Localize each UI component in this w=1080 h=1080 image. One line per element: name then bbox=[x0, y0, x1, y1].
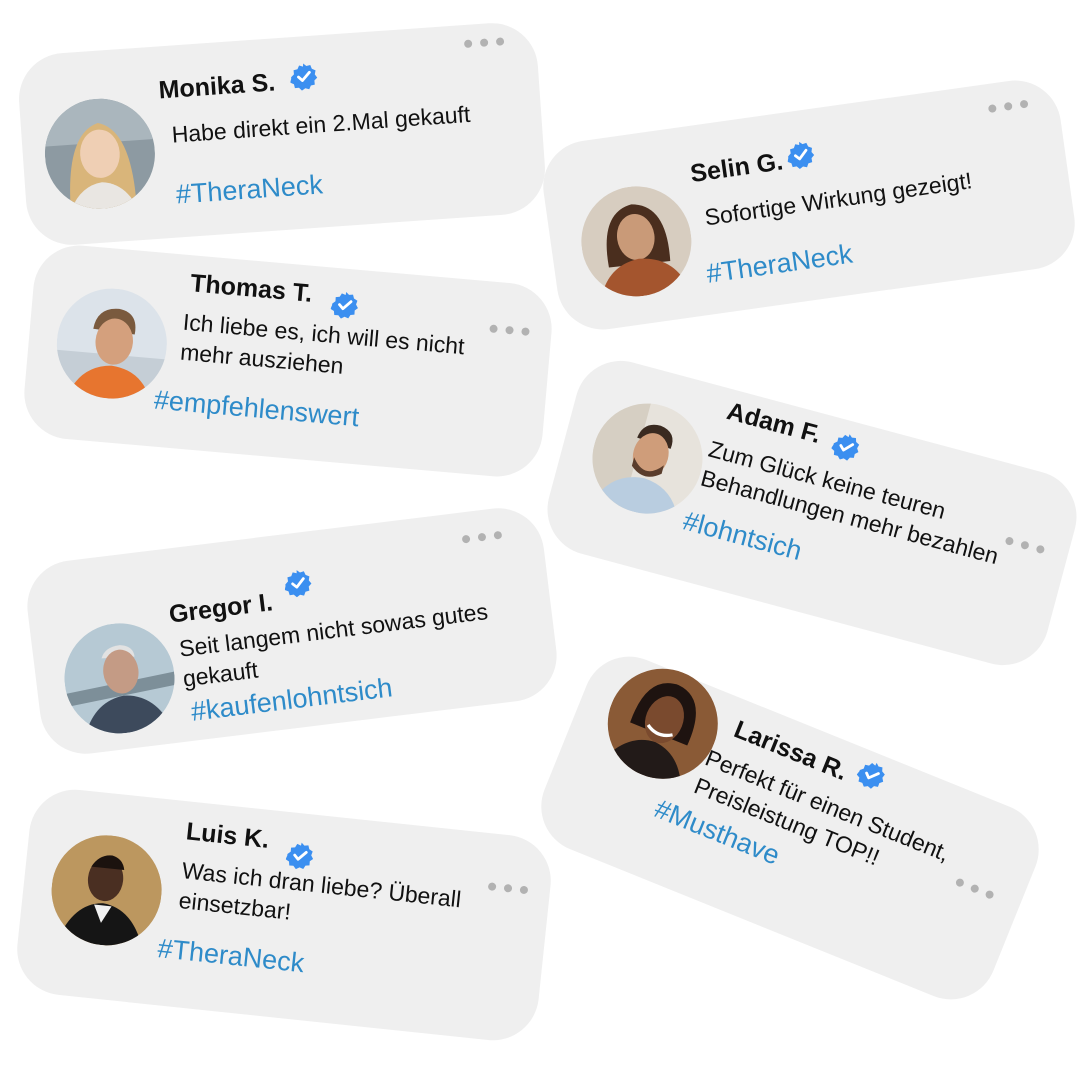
reviewer-name: Thomas T. bbox=[189, 269, 314, 308]
avatar bbox=[41, 95, 159, 213]
verified-badge-icon bbox=[854, 757, 890, 793]
review-card: Gregor I. Seit langem nicht sowas gutes … bbox=[22, 503, 562, 759]
review-card: Monika S. Habe direkt ein 2.Mal gekauft … bbox=[15, 20, 549, 248]
reviewer-name: Selin G. bbox=[688, 147, 785, 189]
verified-badge-icon bbox=[330, 290, 360, 320]
avatar bbox=[574, 179, 699, 304]
review-card: Selin G. Sofortige Wirkung gezeigt! #The… bbox=[537, 74, 1080, 336]
review-text: Habe direkt ein 2.Mal gekauft bbox=[170, 100, 472, 148]
review-text: Was ich dran liebe? Überall einsetzbar! bbox=[177, 857, 463, 925]
review-card: Luis K. Was ich dran liebe? Überall eins… bbox=[12, 785, 556, 1045]
verified-badge-icon bbox=[289, 61, 319, 91]
avatar bbox=[58, 617, 181, 740]
reviewer-name: Monika S. bbox=[157, 68, 277, 105]
review-card: Larissa R. Perfekt für einen Student, Pr… bbox=[527, 642, 1053, 1014]
avatar bbox=[52, 283, 172, 404]
hashtag[interactable]: #TheraNeck bbox=[175, 169, 324, 210]
avatar bbox=[580, 391, 715, 526]
review-card: Thomas T. Ich liebe es, ich will es nich… bbox=[20, 241, 556, 481]
hashtag[interactable]: #TheraNeck bbox=[156, 933, 305, 979]
avatar bbox=[46, 829, 168, 951]
more-dots-icon[interactable] bbox=[461, 530, 503, 545]
more-dots-icon[interactable] bbox=[987, 99, 1029, 114]
verified-badge-icon bbox=[785, 139, 817, 171]
review-card: Adam F. Zum Glück keine teuren Behandlun… bbox=[537, 350, 1080, 676]
more-dots-icon[interactable] bbox=[463, 36, 505, 49]
verified-badge-icon bbox=[283, 567, 314, 598]
review-text: Ich liebe es, ich will es nicht mehr aus… bbox=[179, 308, 466, 379]
hashtag[interactable]: #empfehlenswert bbox=[153, 385, 360, 434]
hashtag[interactable]: #TheraNeck bbox=[705, 239, 855, 290]
reviewer-name: Luis K. bbox=[184, 817, 271, 854]
review-text: Zum Glück keine teuren Behandlungen mehr… bbox=[698, 435, 1002, 570]
verified-badge-icon bbox=[829, 429, 863, 463]
